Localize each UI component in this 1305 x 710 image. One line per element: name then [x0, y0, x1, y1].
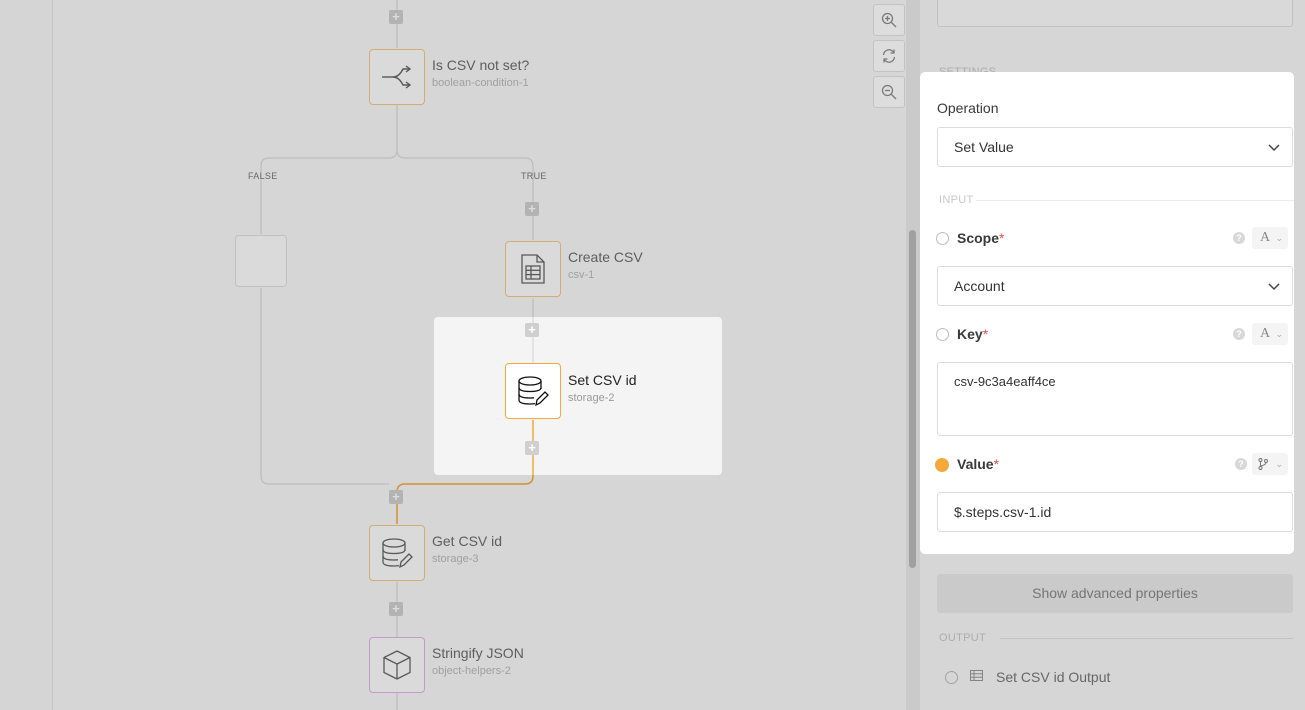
help-icon[interactable]: ?	[1235, 458, 1247, 470]
input-heading: INPUT	[939, 194, 974, 206]
key-field-label: Key*	[957, 326, 989, 342]
key-radio[interactable]	[936, 328, 949, 341]
input-divider	[976, 200, 1294, 201]
scope-value: Account	[954, 278, 1005, 294]
settings-card: Operation Set Value INPUT Scope* ? A ⌄ Ac…	[920, 72, 1294, 554]
selected-step-connectors	[532, 317, 534, 475]
value-type-toggle[interactable]: ⌄	[1252, 453, 1288, 475]
operation-value: Set Value	[954, 139, 1014, 155]
help-icon[interactable]: ?	[1233, 232, 1245, 244]
key-type-toggle[interactable]: A ⌄	[1252, 323, 1288, 345]
scope-type-toggle[interactable]: A ⌄	[1252, 227, 1288, 249]
scope-select[interactable]: Account	[937, 266, 1293, 306]
key-input[interactable]: csv-9c3a4eaff4ce	[937, 362, 1293, 436]
scope-radio[interactable]	[936, 232, 949, 245]
help-icon[interactable]: ?	[1233, 328, 1245, 340]
operation-select[interactable]: Set Value	[937, 127, 1293, 167]
scope-field-label: Scope*	[957, 230, 1005, 246]
chevron-down-icon	[1268, 267, 1280, 305]
value-input[interactable]: $.steps.csv-1.id	[937, 492, 1293, 532]
add-step-button[interactable]: +	[525, 441, 539, 455]
value-radio[interactable]	[935, 458, 949, 472]
value-expression: $.steps.csv-1.id	[954, 504, 1052, 520]
chevron-down-icon	[1268, 128, 1280, 166]
add-step-button[interactable]: +	[525, 323, 539, 337]
selected-step-card[interactable]: Set CSV id storage-2 + +	[434, 317, 722, 475]
git-branch-icon	[1258, 458, 1268, 470]
value-field-label: Value*	[957, 456, 1000, 472]
operation-label: Operation	[937, 100, 999, 116]
